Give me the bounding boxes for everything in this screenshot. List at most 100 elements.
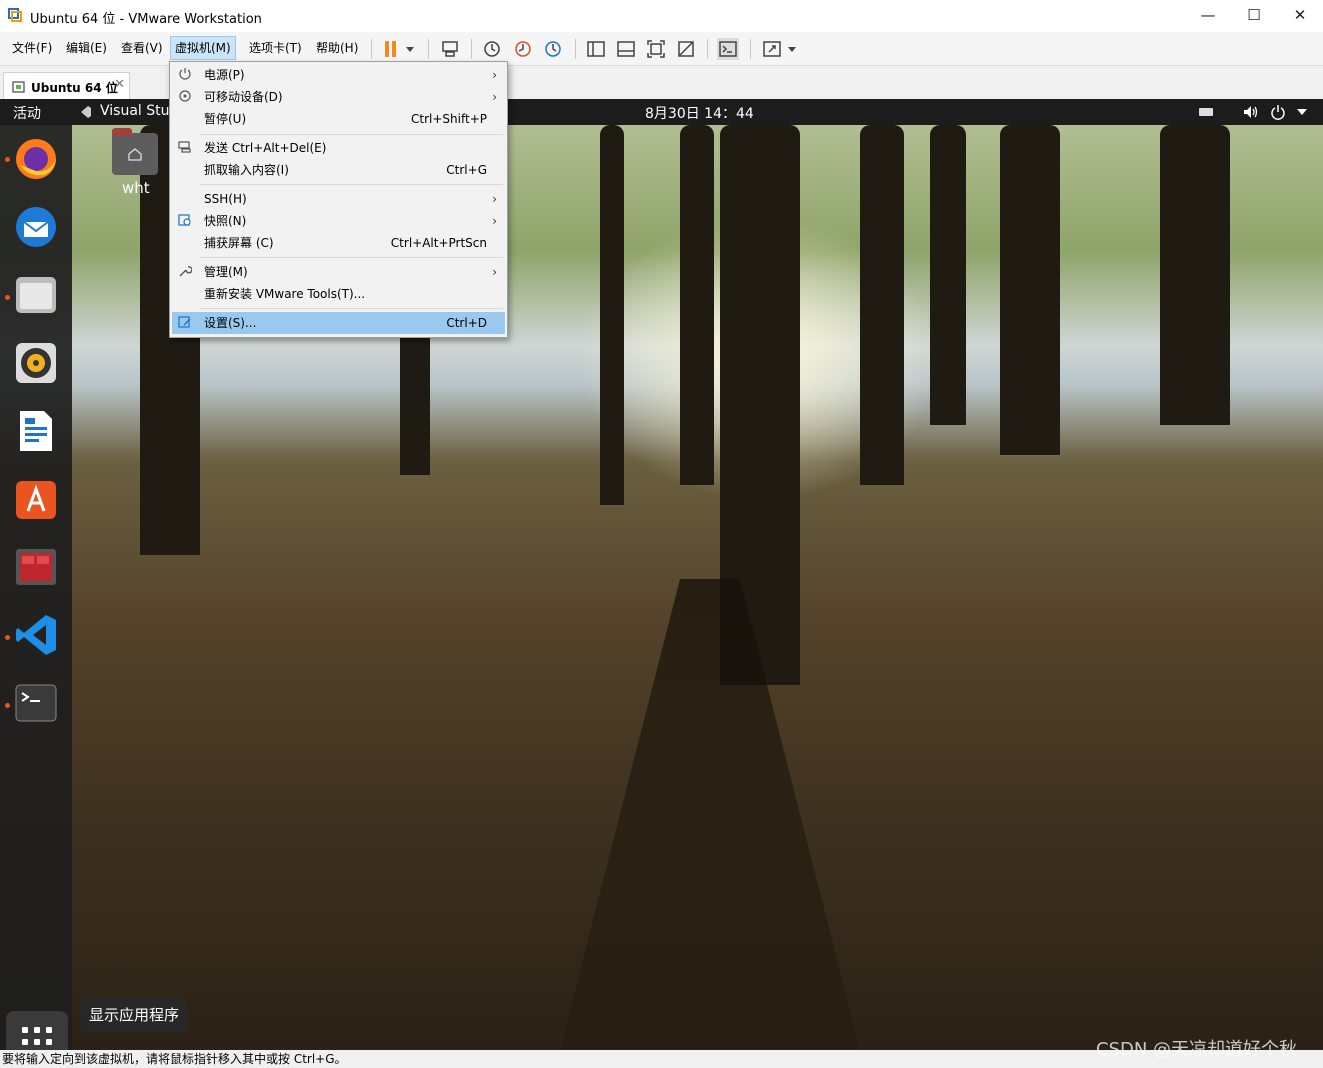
send-keys-icon (178, 141, 191, 153)
toolbar-separator (471, 39, 472, 59)
menu-tabs[interactable]: 选项卡(T) (245, 37, 306, 59)
toolbar-separator (575, 39, 576, 59)
writer-icon[interactable] (14, 409, 58, 453)
menu-item-ssh[interactable]: SSH(H) › (172, 188, 505, 210)
menu-item-removable-devices[interactable]: 可移动设备(D) › (172, 86, 505, 108)
menu-separator (200, 184, 503, 185)
show-applications-button[interactable] (6, 1011, 68, 1050)
menu-item-reinstall-tools[interactable]: 重新安装 VMware Tools(T)... (172, 283, 505, 305)
menu-item-snapshot[interactable]: 快照(N) › (172, 210, 505, 232)
rhythmbox-icon[interactable] (14, 341, 58, 385)
stretch-guest-icon[interactable] (761, 38, 783, 60)
sidebar-toggle-icon[interactable] (585, 38, 607, 60)
activities-button[interactable]: 活动 (13, 103, 41, 123)
menu-item-label: 重新安装 VMware Tools(T)... (204, 287, 366, 301)
running-indicator (5, 157, 10, 162)
toolbar-separator (707, 39, 708, 59)
ubuntu-dock (0, 125, 72, 1050)
volume-icon[interactable] (1242, 104, 1260, 120)
menu-item-label: 电源(P) (204, 68, 245, 82)
running-indicator (5, 703, 10, 708)
show-applications-tooltip: 显示应用程序 (81, 997, 187, 1033)
home-folder-icon[interactable] (112, 128, 158, 175)
tree-trunk (1160, 125, 1230, 425)
menu-separator (200, 308, 503, 309)
software-icon[interactable] (14, 477, 58, 521)
system-menu-arrow-icon[interactable] (1296, 108, 1308, 116)
maximize-button[interactable]: ☐ (1231, 0, 1277, 32)
keyboard-icon[interactable] (1198, 106, 1214, 118)
menu-item-shortcut: Ctrl+G (446, 163, 487, 177)
tree-trunk (1000, 125, 1060, 455)
unity-mode-icon[interactable] (675, 38, 697, 60)
toolbar-separator (750, 39, 751, 59)
watermark: CSDN @天凉却道好个秋 (1096, 1039, 1298, 1060)
menu-item-settings[interactable]: 设置(S)... Ctrl+D (172, 312, 505, 334)
menu-view[interactable]: 查看(V) (117, 37, 167, 59)
menu-separator (200, 257, 503, 258)
pause-dropdown-icon[interactable] (402, 38, 418, 60)
menu-help[interactable]: 帮助(H) (312, 37, 362, 59)
menu-item-label: 发送 Ctrl+Alt+Del(E) (204, 141, 327, 155)
thunderbird-icon[interactable] (14, 205, 58, 249)
menu-item-grab-input[interactable]: 抓取输入内容(I) Ctrl+G (172, 159, 505, 181)
menu-item-power[interactable]: 电源(P) › (172, 64, 505, 86)
window-titlebar: Ubuntu 64 位 - VMware Workstation — ☐ ✕ (0, 0, 1323, 32)
menu-item-capture-screen[interactable]: 捕获屏幕 (C) Ctrl+Alt+PrtScn (172, 232, 505, 254)
snapshot-icon[interactable] (481, 38, 503, 60)
menu-item-manage[interactable]: 管理(M) › (172, 261, 505, 283)
vm-menu-dropdown: 电源(P) › 可移动设备(D) › 暂停(U) Ctrl+Shift+P 发送… (169, 61, 508, 338)
tab-close-button[interactable]: ✕ (114, 77, 125, 92)
menu-item-shortcut: Ctrl+Alt+PrtScn (390, 236, 487, 250)
vscode-small-icon (81, 106, 91, 118)
menu-item-label: 抓取输入内容(I) (204, 163, 289, 177)
menu-file[interactable]: 文件(F) (8, 37, 56, 59)
menu-item-shortcut: Ctrl+Shift+P (411, 112, 487, 126)
submenu-arrow-icon: › (492, 265, 497, 279)
vscode-icon[interactable] (14, 613, 58, 657)
menu-item-label: 设置(S)... (204, 316, 257, 330)
menu-vm[interactable]: 虚拟机(M) (170, 36, 236, 60)
wrench-icon (179, 266, 192, 277)
snapshot-icon (178, 214, 191, 226)
tree-trunk (860, 125, 904, 485)
toolbar-separator (371, 39, 372, 59)
menu-item-send-ctrl-alt-del[interactable]: 发送 Ctrl+Alt+Del(E) (172, 137, 505, 159)
terminal-icon[interactable] (14, 681, 58, 725)
tab-ubuntu[interactable]: Ubuntu 64 位 ✕ (3, 72, 130, 101)
menu-item-shortcut: Ctrl+D (446, 316, 487, 330)
submenu-arrow-icon: › (492, 68, 497, 82)
submenu-arrow-icon: › (492, 90, 497, 104)
console-view-icon[interactable] (717, 38, 739, 60)
menu-item-label: 快照(N) (204, 214, 247, 228)
power-icon (179, 68, 191, 80)
pause-icon[interactable] (380, 38, 402, 60)
active-app-name[interactable]: Visual Stud (100, 103, 178, 119)
tree-trunk (930, 125, 966, 425)
menu-item-label: SSH(H) (204, 192, 247, 206)
clock[interactable]: 8月30日 14：44 (645, 103, 754, 123)
minimize-button[interactable]: — (1185, 0, 1231, 32)
vm-tab-icon (12, 81, 25, 93)
power-icon[interactable] (1270, 104, 1286, 120)
window-title: Ubuntu 64 位 - VMware Workstation (30, 12, 262, 27)
menu-item-label: 管理(M) (204, 265, 248, 279)
status-message: 要将输入定向到该虚拟机，请将鼠标指针移入其中或按 Ctrl+G。 (2, 1052, 347, 1066)
menu-edit[interactable]: 编辑(E) (62, 37, 111, 59)
send-ctrl-alt-del-icon[interactable] (439, 38, 461, 60)
thumbnail-bar-icon[interactable] (615, 38, 637, 60)
revert-snapshot-icon[interactable] (512, 38, 534, 60)
stretch-dropdown-icon[interactable] (784, 38, 800, 60)
remmina-icon[interactable] (14, 545, 58, 589)
submenu-arrow-icon: › (492, 192, 497, 206)
full-screen-icon[interactable] (645, 38, 667, 60)
submenu-arrow-icon: › (492, 214, 497, 228)
firefox-icon[interactable] (14, 137, 58, 181)
settings-icon (178, 316, 191, 328)
files-icon[interactable] (14, 273, 58, 317)
snapshot-manager-icon[interactable] (542, 38, 564, 60)
home-folder-label[interactable]: wht (122, 179, 150, 197)
close-button[interactable]: ✕ (1277, 0, 1323, 32)
menu-item-label: 暂停(U) (204, 112, 247, 126)
menu-item-pause[interactable]: 暂停(U) Ctrl+Shift+P (172, 108, 505, 130)
